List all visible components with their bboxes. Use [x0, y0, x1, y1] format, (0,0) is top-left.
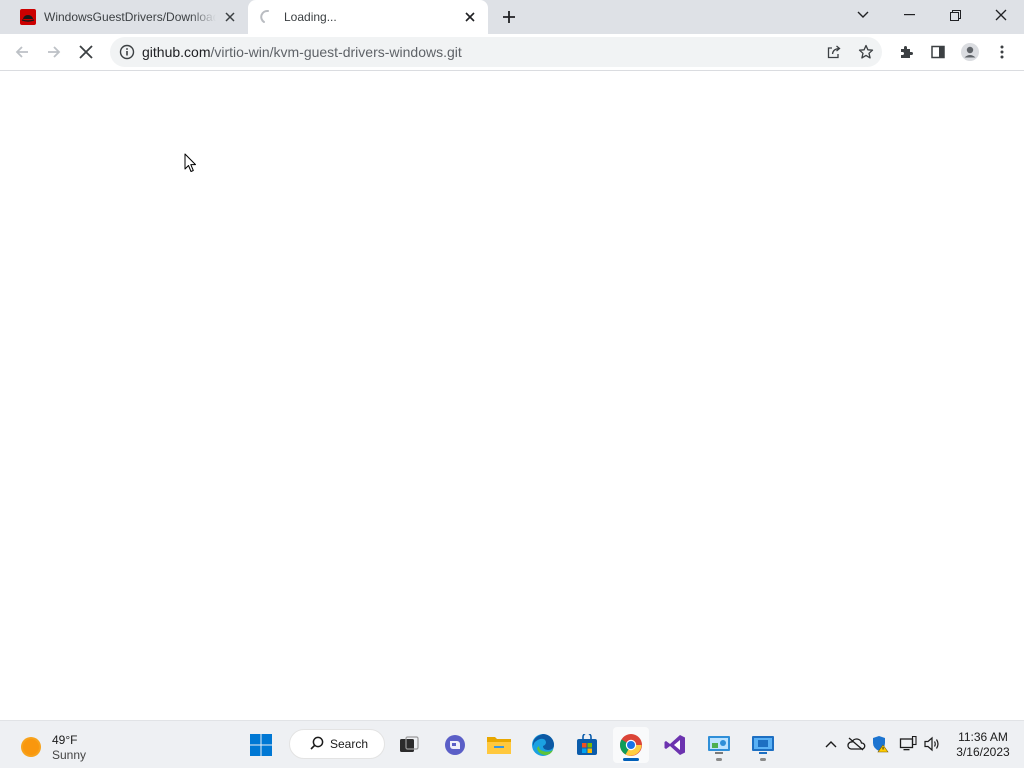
- url-path: /virtio-win/kvm-guest-drivers-windows.gi…: [210, 44, 462, 60]
- clock-time: 11:36 AM: [958, 730, 1008, 744]
- tab-search-button[interactable]: [840, 0, 886, 30]
- chrome-icon: [620, 734, 642, 756]
- visual-studio-icon: [664, 735, 685, 755]
- remote-desktop-icon: [752, 736, 774, 754]
- folder-icon: [487, 737, 511, 754]
- microsoft-store-button[interactable]: [569, 727, 605, 763]
- chrome-menu-icon[interactable]: [988, 38, 1016, 66]
- close-window-button[interactable]: [978, 0, 1024, 30]
- start-button[interactable]: [243, 727, 279, 763]
- teams-chat-button[interactable]: [437, 727, 473, 763]
- share-icon[interactable]: [826, 44, 842, 63]
- active-app-indicator: [623, 758, 639, 761]
- url-text: github.com/virtio-win/kvm-guest-drivers-…: [142, 37, 462, 67]
- taskbar-search-box[interactable]: Search: [289, 729, 385, 759]
- forward-button[interactable]: [40, 38, 68, 66]
- weather-condition: Sunny: [52, 748, 87, 762]
- onedrive-icon[interactable]: [845, 733, 867, 755]
- volume-icon[interactable]: [921, 733, 943, 755]
- tab-strip: WindowsGuestDrivers/Download Loading...: [0, 0, 1024, 34]
- loading-spinner-icon: [260, 9, 276, 25]
- close-tab-icon[interactable]: [222, 9, 238, 25]
- weather-widget[interactable]: 49°F Sunny: [20, 733, 86, 763]
- task-view-icon: [400, 736, 419, 752]
- remote-desktop-button[interactable]: [745, 727, 781, 763]
- taskbar-clock[interactable]: 11:36 AM 3/16/2023: [950, 730, 1016, 760]
- tab-title: WindowsGuestDrivers/Download: [44, 10, 216, 24]
- tab-windows-guest-drivers[interactable]: WindowsGuestDrivers/Download: [8, 0, 248, 34]
- stop-loading-button[interactable]: [72, 38, 100, 66]
- back-button[interactable]: [8, 38, 36, 66]
- edge-icon: [532, 734, 554, 756]
- network-icon[interactable]: [897, 733, 919, 755]
- search-icon: [310, 736, 324, 753]
- url-host: github.com: [142, 44, 211, 60]
- teams-chat-icon: [445, 735, 465, 755]
- address-bar[interactable]: github.com/virtio-win/kvm-guest-drivers-…: [110, 37, 882, 67]
- close-tab-icon[interactable]: [462, 9, 478, 25]
- extensions-icon[interactable]: [892, 38, 920, 66]
- page-content[interactable]: [0, 71, 1024, 720]
- bookmark-star-icon[interactable]: [858, 44, 874, 63]
- control-panel-button[interactable]: [701, 727, 737, 763]
- tab-loading[interactable]: Loading...: [248, 0, 488, 34]
- search-label: Search: [330, 737, 369, 751]
- restore-button[interactable]: [932, 0, 978, 30]
- edge-button[interactable]: [525, 727, 561, 763]
- tab-title: Loading...: [284, 10, 337, 24]
- control-panel-icon: [708, 736, 730, 754]
- mouse-cursor-icon: [184, 153, 197, 176]
- profile-avatar-icon[interactable]: [956, 38, 984, 66]
- clock-date: 3/16/2023: [956, 745, 1010, 759]
- running-app-indicator: [716, 758, 722, 761]
- redhat-icon: [20, 9, 36, 25]
- minimize-button[interactable]: [886, 0, 932, 30]
- windows-taskbar: 49°F Sunny Search 11:36 AM 3/16/2023: [0, 720, 1024, 768]
- side-panel-icon[interactable]: [924, 38, 952, 66]
- file-explorer-button[interactable]: [481, 727, 517, 763]
- running-app-indicator: [760, 758, 766, 761]
- sun-icon: [20, 736, 42, 761]
- browser-toolbar: github.com/virtio-win/kvm-guest-drivers-…: [0, 34, 1024, 71]
- visual-studio-button[interactable]: [657, 727, 693, 763]
- site-info-icon[interactable]: [119, 44, 135, 63]
- security-shield-icon[interactable]: [869, 733, 891, 755]
- new-tab-button[interactable]: [497, 5, 521, 29]
- chrome-button[interactable]: [613, 727, 649, 763]
- windows-logo-icon: [250, 734, 272, 756]
- task-view-button[interactable]: [391, 727, 427, 763]
- show-hidden-icons-chevron-up-icon[interactable]: [820, 733, 842, 755]
- store-icon: [577, 734, 597, 755]
- weather-temperature: 49°F: [52, 733, 78, 747]
